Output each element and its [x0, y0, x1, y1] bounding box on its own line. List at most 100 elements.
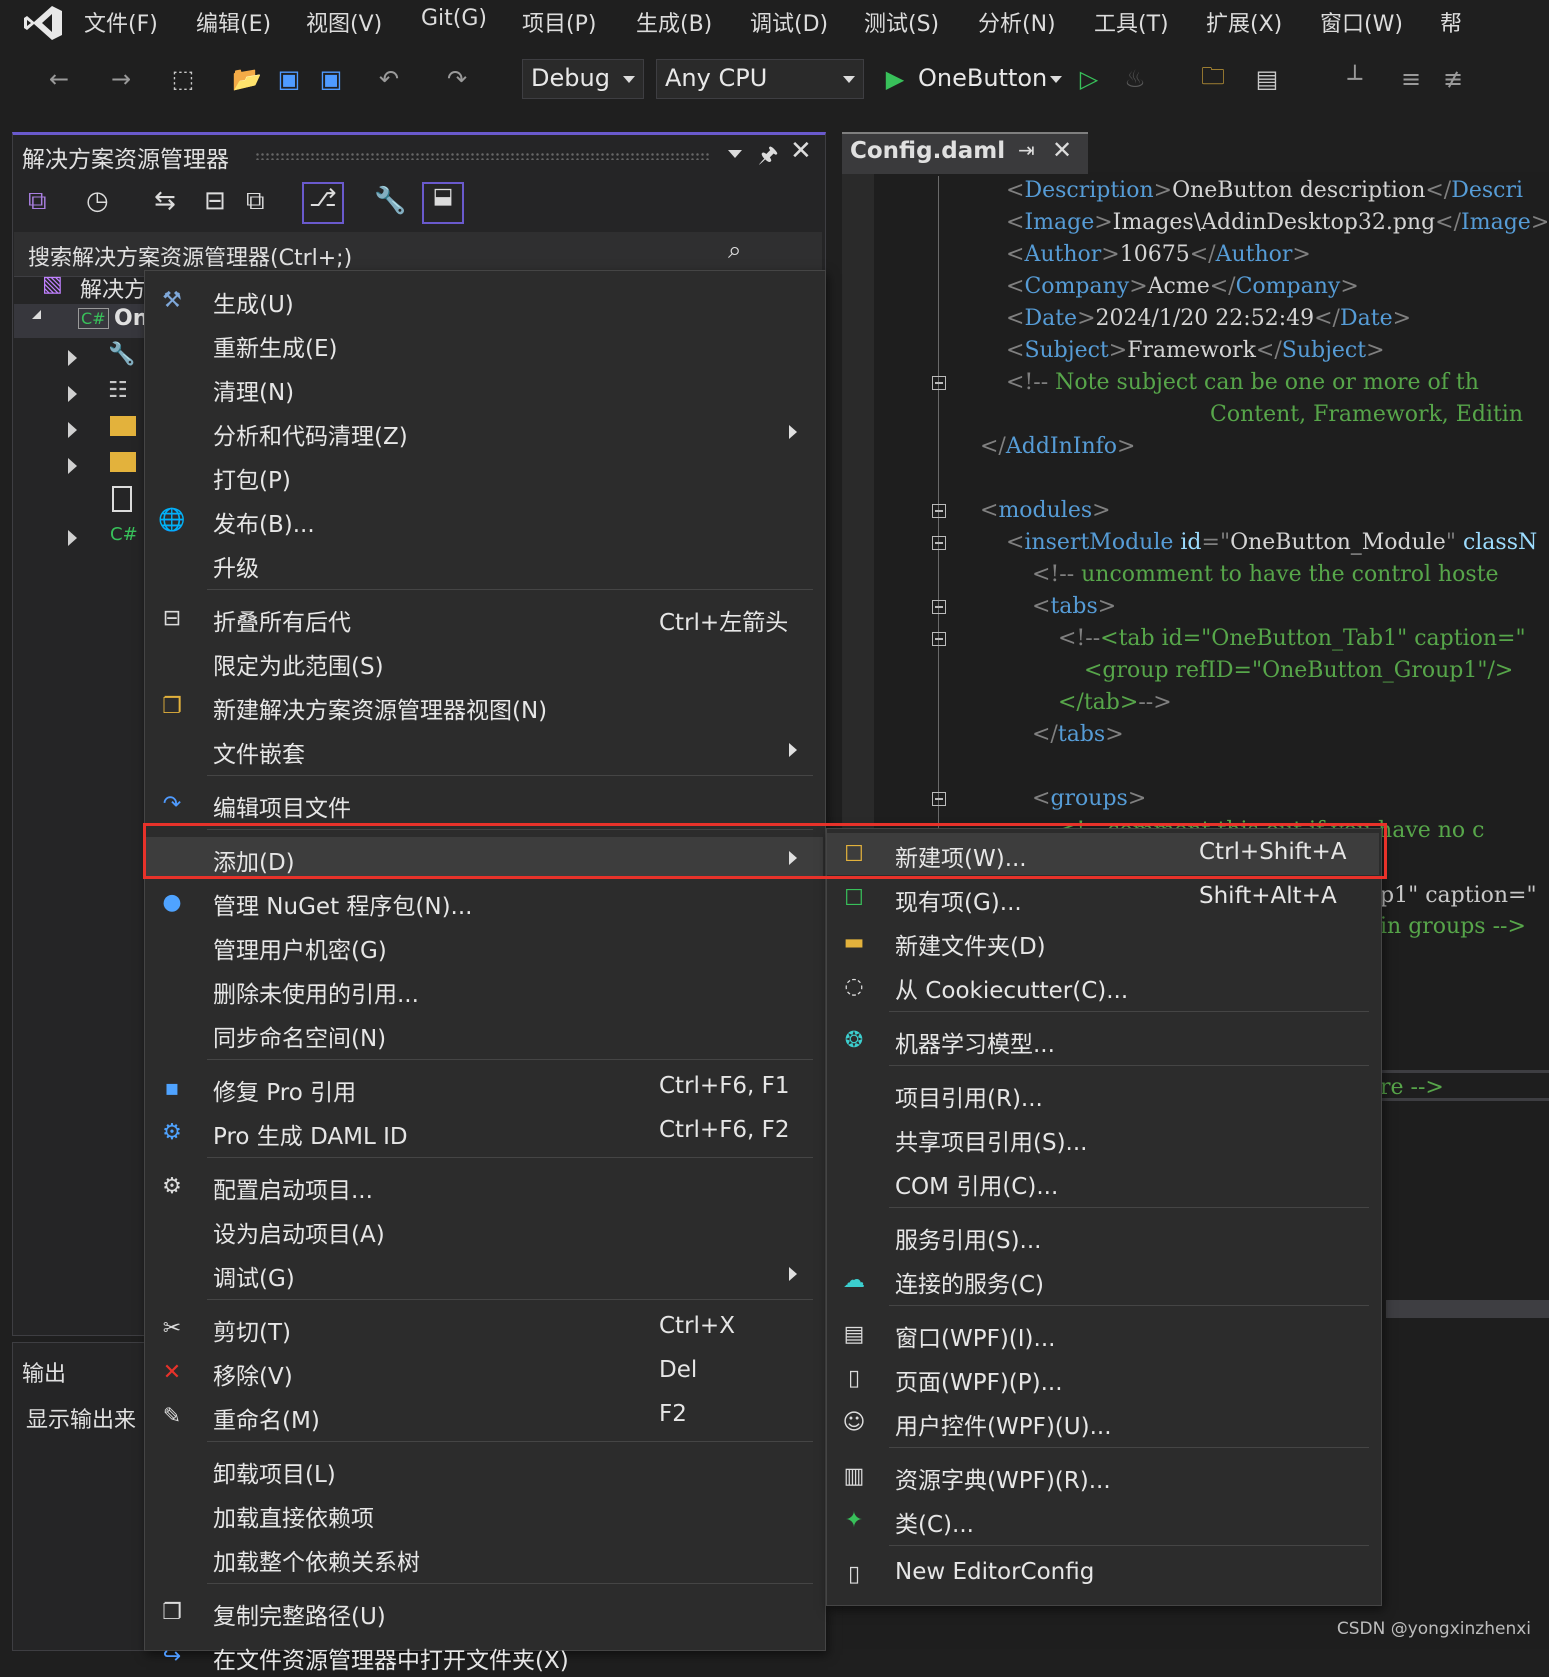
collapsed-triangle-icon[interactable]: [68, 458, 77, 474]
tab-config-daml[interactable]: Config.daml ⇥ ✕: [842, 132, 1088, 174]
fold-toggle-icon[interactable]: [932, 792, 946, 806]
align-left-icon[interactable]: ≡: [1394, 62, 1428, 96]
pending-changes-clock-icon[interactable]: ◷: [86, 186, 109, 216]
filter-icon[interactable]: ⎇: [302, 182, 344, 224]
menu-item-com-引用[interactable]: COM 引用(C)...: [827, 1161, 1379, 1203]
menu-item-重命名[interactable]: ✎ 重命名(M) F2: [145, 1395, 823, 1437]
collapsed-triangle-icon[interactable]: [68, 530, 77, 546]
properties-wrench-icon[interactable]: 🔧: [374, 186, 406, 216]
menu-item-从-cookiecutter[interactable]: ◌ 从 Cookiecutter(C)...: [827, 965, 1379, 1007]
menu-item-连接的服务[interactable]: ☁ 连接的服务(C): [827, 1259, 1379, 1301]
menu-test[interactable]: 测试(S): [864, 6, 939, 38]
menu-build[interactable]: 生成(B): [636, 6, 712, 38]
open-folder-icon[interactable]: 📂: [230, 62, 264, 96]
menu-item-分析和代码清理[interactable]: 分析和代码清理(Z): [145, 411, 823, 453]
chevron-down-icon[interactable]: [728, 150, 742, 158]
menu-extensions[interactable]: 扩展(X): [1206, 6, 1282, 38]
chevron-down-icon[interactable]: [1050, 76, 1062, 83]
start-debug-play-icon[interactable]: ▶: [878, 62, 912, 96]
collapsed-triangle-icon[interactable]: [68, 386, 77, 402]
platform-combo[interactable]: Any CPU: [656, 59, 864, 99]
find-in-files-icon[interactable]: 🗀: [1196, 62, 1230, 96]
menu-item-项目引用[interactable]: 项目引用(R)...: [827, 1073, 1379, 1115]
menu-item-管理-nuget-程序包[interactable]: ● 管理 NuGet 程序包(N)...: [145, 881, 823, 923]
new-project-icon[interactable]: ⬚: [166, 62, 200, 96]
menu-item-升级[interactable]: 升级: [145, 543, 823, 585]
menu-item-页面[interactable]: ▯ 页面(WPF)(P)...: [827, 1357, 1379, 1399]
solution-config-combo[interactable]: Debug: [522, 59, 644, 99]
menu-help[interactable]: 帮: [1440, 6, 1462, 38]
horizontal-scrollbar[interactable]: [1386, 1300, 1549, 1318]
menu-view[interactable]: 视图(V): [306, 6, 382, 38]
menu-item-服务引用[interactable]: 服务引用(S)...: [827, 1215, 1379, 1257]
menu-git[interactable]: Git(G): [421, 6, 487, 31]
menu-edit[interactable]: 编辑(E): [196, 6, 271, 38]
start-without-debug-icon[interactable]: ▷: [1072, 62, 1106, 96]
align-center-icon[interactable]: ≢: [1436, 62, 1470, 96]
menu-item-修复-pro-引用[interactable]: ▪ 修复 Pro 引用 Ctrl+F6, F1: [145, 1067, 823, 1109]
menu-tools[interactable]: 工具(T): [1094, 6, 1169, 38]
tree-solution-node[interactable]: 解决方: [80, 272, 146, 304]
menu-item-新建文件夹[interactable]: ▬ 新建文件夹(D): [827, 921, 1379, 963]
hot-reload-flame-icon[interactable]: ♨: [1118, 62, 1152, 96]
menu-item-资源字典[interactable]: ▥ 资源字典(WPF)(R)...: [827, 1455, 1379, 1497]
layout-icon[interactable]: ▤: [1250, 62, 1284, 96]
panel-drag-handle[interactable]: [255, 152, 710, 160]
menu-item-卸载项目[interactable]: 卸载项目(L): [145, 1449, 823, 1491]
menu-item-加载整个依赖关系树[interactable]: 加载整个依赖关系树: [145, 1537, 823, 1579]
menu-item-配置启动项目[interactable]: ⚙ 配置启动项目...: [145, 1165, 823, 1207]
menu-item-文件嵌套[interactable]: 文件嵌套: [145, 729, 823, 771]
close-tab-icon[interactable]: ✕: [1052, 136, 1072, 164]
menu-item-加载直接依赖项[interactable]: 加载直接依赖项: [145, 1493, 823, 1535]
fold-toggle-icon[interactable]: [932, 600, 946, 614]
undo-icon[interactable]: ↶: [372, 62, 406, 96]
menu-debug[interactable]: 调试(D): [750, 6, 828, 38]
back-arrow-icon[interactable]: ←: [42, 62, 76, 96]
menu-item-设为启动项目[interactable]: 设为启动项目(A): [145, 1209, 823, 1251]
collapsed-triangle-icon[interactable]: [68, 422, 77, 438]
menu-item-编辑项目文件[interactable]: ↷ 编辑项目文件: [145, 783, 823, 825]
menu-item-调试[interactable]: 调试(G): [145, 1253, 823, 1295]
menu-item-生成[interactable]: ⚒ 生成(U): [145, 279, 823, 321]
menu-item-清理[interactable]: 清理(N): [145, 367, 823, 409]
fold-toggle-icon[interactable]: [932, 536, 946, 550]
fold-toggle-icon[interactable]: [932, 376, 946, 390]
menu-item-重新生成[interactable]: 重新生成(E): [145, 323, 823, 365]
menu-item-移除[interactable]: ✕ 移除(V) Del: [145, 1351, 823, 1393]
menu-project[interactable]: 项目(P): [522, 6, 596, 38]
collapse-all-icon[interactable]: ⊟: [204, 186, 226, 216]
menu-file[interactable]: 文件(F): [84, 6, 158, 38]
visual-studio-logo-icon[interactable]: [22, 4, 64, 42]
menu-item-删除未使用的引用[interactable]: 删除未使用的引用...: [145, 969, 823, 1011]
menu-item-共享项目引用[interactable]: 共享项目引用(S)...: [827, 1117, 1379, 1159]
menu-item-用户控件[interactable]: ☺ 用户控件(WPF)(U)...: [827, 1401, 1379, 1443]
menu-item-折叠所有后代[interactable]: ⊟ 折叠所有后代 Ctrl+左箭头: [145, 597, 823, 639]
menu-item-类[interactable]: ✦ 类(C)...: [827, 1499, 1379, 1541]
redo-icon[interactable]: ↷: [440, 62, 474, 96]
menu-analyze[interactable]: 分析(N): [978, 6, 1056, 38]
menu-item-剪切[interactable]: ✂ 剪切(T) Ctrl+X: [145, 1307, 823, 1349]
menu-item-窗口[interactable]: ▤ 窗口(WPF)(I)...: [827, 1313, 1379, 1355]
menu-item-发布[interactable]: 🌐 发布(B)...: [145, 499, 823, 541]
fold-toggle-icon[interactable]: [932, 632, 946, 646]
align-icon[interactable]: ┴: [1338, 62, 1372, 96]
menu-item-同步命名空间[interactable]: 同步命名空间(N): [145, 1013, 823, 1055]
expanded-triangle-icon[interactable]: [32, 310, 41, 319]
pin-icon[interactable]: 🖈: [758, 138, 778, 176]
menu-window[interactable]: 窗口(W): [1320, 6, 1403, 38]
save-icon[interactable]: ▣: [272, 62, 306, 96]
show-all-files-icon[interactable]: ⧉: [246, 186, 265, 217]
menu-item-机器学习模型[interactable]: ❂ 机器学习模型...: [827, 1019, 1379, 1061]
menu-item-管理用户机密[interactable]: 管理用户机密(G): [145, 925, 823, 967]
menu-item-pro-生成-daml-id[interactable]: ⚙ Pro 生成 DAML ID Ctrl+F6, F2: [145, 1111, 823, 1153]
menu-item-在文件资源管理器中打开文件夹[interactable]: ↪ 在文件资源管理器中打开文件夹(X): [145, 1635, 823, 1677]
save-all-icon[interactable]: ▣: [314, 62, 348, 96]
switch-views-icon[interactable]: ⧉: [28, 186, 47, 217]
forward-arrow-icon[interactable]: →: [104, 62, 138, 96]
menu-item-限定为此范围[interactable]: 限定为此范围(S): [145, 641, 823, 683]
menu-item-new-editorconfig[interactable]: ▯ New EditorConfig: [827, 1553, 1379, 1595]
start-project-label[interactable]: OneButton: [918, 64, 1047, 92]
search-icon[interactable]: ⌕: [728, 236, 741, 264]
collapsed-triangle-icon[interactable]: [68, 350, 77, 366]
menu-item-现有项[interactable]: ☐ 现有项(G)... Shift+Alt+A: [827, 877, 1379, 919]
